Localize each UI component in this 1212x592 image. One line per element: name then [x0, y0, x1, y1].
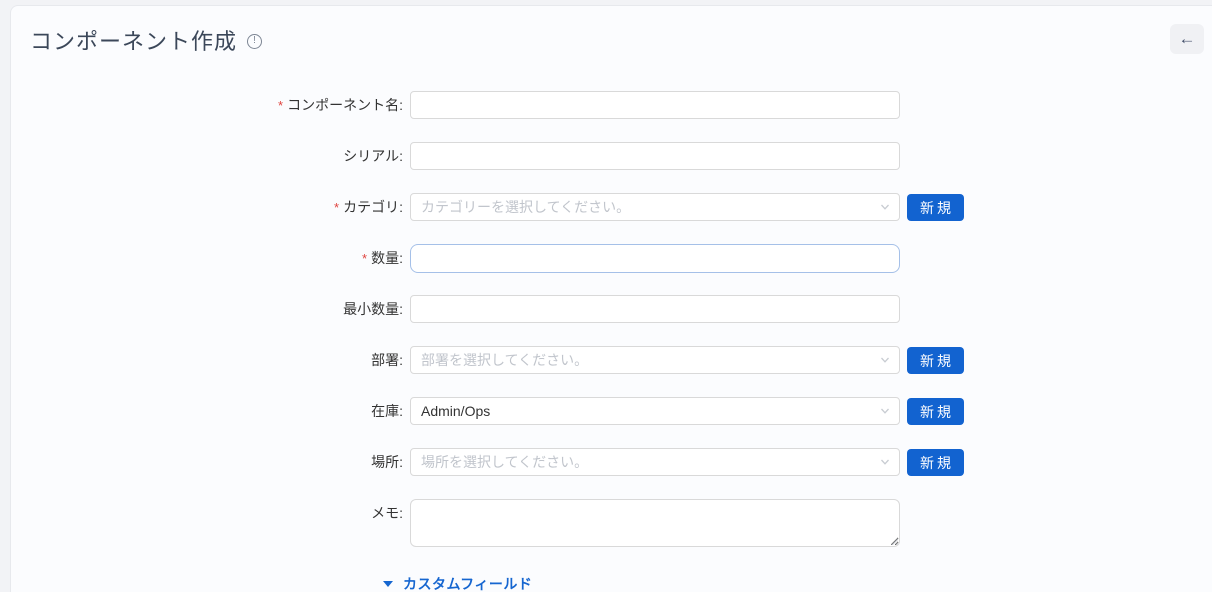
form-row: 在庫: Admin/Ops 新規	[0, 397, 1000, 426]
field-label: 在庫:	[0, 397, 403, 426]
field-control: カテゴリーを選択してください。	[410, 193, 900, 221]
form-row: * カテゴリ: カテゴリーを選択してください。 新規	[0, 193, 1000, 222]
chevron-down-icon	[879, 201, 891, 213]
chevron-down-icon	[879, 456, 891, 468]
field-control: 場所を選択してください。	[410, 448, 900, 476]
field-control	[410, 142, 900, 170]
field-control: 部署を選択してください。	[410, 346, 900, 374]
field-label: * カテゴリ:	[0, 193, 403, 222]
field-control	[410, 499, 900, 547]
location-placeholder: 場所を選択してください。	[421, 452, 588, 472]
chevron-down-icon	[879, 405, 891, 417]
field-label-text: カテゴリ:	[343, 199, 403, 215]
page-title: コンポーネント作成	[30, 24, 237, 56]
field-label-text: コンポーネント名:	[287, 97, 403, 113]
field-label-text: シリアル:	[343, 148, 403, 164]
category-placeholder: カテゴリーを選択してください。	[421, 197, 630, 217]
field-label-text: 最小数量:	[343, 301, 403, 317]
field-label: * コンポーネント名:	[0, 91, 403, 120]
component-form: * コンポーネント名: シリアル: * カテゴリ: カテゴリーを選択してください。 …	[0, 91, 1000, 592]
chevron-down-icon	[879, 354, 891, 366]
back-button[interactable]: ←	[1170, 24, 1204, 54]
field-label: 最小数量:	[0, 295, 403, 324]
quantity-input[interactable]	[410, 244, 900, 273]
field-control	[410, 91, 900, 119]
custom-fields-label: カスタムフィールド	[403, 574, 532, 592]
department-new-button[interactable]: 新規	[907, 347, 964, 374]
department-select[interactable]: 部署を選択してください。	[410, 346, 900, 374]
min-quantity-input[interactable]	[410, 295, 900, 323]
field-control	[410, 295, 900, 323]
field-label-text: 部署:	[371, 352, 403, 368]
field-label: * 数量:	[0, 244, 403, 273]
field-control: Admin/Ops	[410, 397, 900, 425]
stock-selected-value: Admin/Ops	[421, 403, 490, 419]
field-label: メモ:	[0, 499, 403, 528]
field-label: シリアル:	[0, 142, 403, 171]
location-new-button[interactable]: 新規	[907, 449, 964, 476]
field-control	[410, 244, 900, 273]
department-placeholder: 部署を選択してください。	[421, 350, 588, 370]
category-select[interactable]: カテゴリーを選択してください。	[410, 193, 900, 221]
serial-input[interactable]	[410, 142, 900, 170]
form-row: シリアル:	[0, 142, 1000, 171]
field-label: 部署:	[0, 346, 403, 375]
caret-down-icon	[383, 581, 393, 587]
field-label-text: 場所:	[371, 454, 403, 470]
stock-select[interactable]: Admin/Ops	[410, 397, 900, 425]
field-label-text: 在庫:	[371, 403, 403, 419]
form-row: * コンポーネント名:	[0, 91, 1000, 120]
field-label-text: メモ:	[371, 505, 403, 521]
notes-textarea[interactable]	[410, 499, 900, 547]
field-label-text: 数量:	[371, 250, 403, 266]
required-mark: *	[334, 200, 339, 215]
component-name-input[interactable]	[410, 91, 900, 119]
required-mark: *	[362, 251, 367, 266]
required-mark: *	[278, 98, 283, 113]
stock-new-button[interactable]: 新規	[907, 398, 964, 425]
field-label: 場所:	[0, 448, 403, 477]
info-circle-icon[interactable]: !	[247, 34, 262, 49]
form-row: 場所: 場所を選択してください。 新規	[0, 448, 1000, 477]
custom-fields-toggle[interactable]: カスタムフィールド	[383, 574, 1000, 592]
form-row: * 数量:	[0, 244, 1000, 273]
location-select[interactable]: 場所を選択してください。	[410, 448, 900, 476]
form-row: 部署: 部署を選択してください。 新規	[0, 346, 1000, 375]
form-rows: * コンポーネント名: シリアル: * カテゴリ: カテゴリーを選択してください。 …	[0, 91, 1000, 547]
form-row: メモ:	[0, 499, 1000, 547]
page-header: コンポーネント作成 !	[30, 24, 262, 56]
category-new-button[interactable]: 新規	[907, 194, 964, 221]
back-arrow-icon: ←	[1179, 29, 1196, 49]
form-row: 最小数量:	[0, 295, 1000, 324]
